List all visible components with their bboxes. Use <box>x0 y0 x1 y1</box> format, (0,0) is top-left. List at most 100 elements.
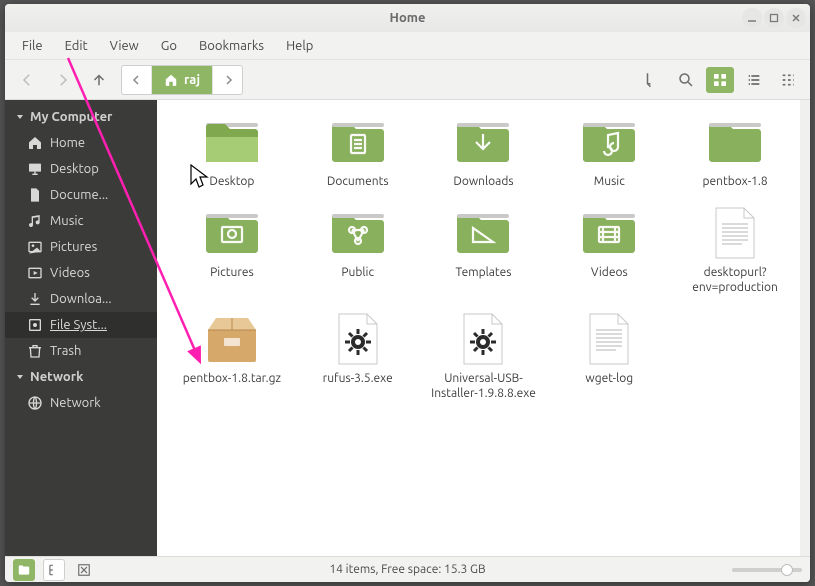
sidebar-item-label: Downloa... <box>50 292 112 306</box>
folder-icon <box>17 563 31 577</box>
text-icon <box>704 207 766 259</box>
close-panel-icon <box>77 563 91 577</box>
zoom-thumb[interactable] <box>781 564 793 576</box>
music-icon <box>27 213 43 229</box>
close-button[interactable] <box>786 8 806 28</box>
window-title: Home <box>390 11 426 25</box>
folder-music-icon <box>578 116 640 168</box>
compact-view-button[interactable] <box>774 67 802 93</box>
minimize-icon <box>747 13 757 23</box>
hide-panel-button[interactable] <box>73 559 95 581</box>
archive-icon <box>201 313 263 365</box>
tree-icon <box>47 563 61 577</box>
file-item[interactable]: Videos <box>552 207 666 295</box>
file-label: Public <box>341 265 374 280</box>
exe-icon <box>327 313 389 365</box>
arrow-right-icon <box>54 71 72 89</box>
path-toggle-icon <box>643 71 661 89</box>
file-item[interactable]: wget-log <box>552 313 666 401</box>
sidebar-item-videos[interactable]: Videos <box>5 260 157 286</box>
disk-icon <box>27 317 43 333</box>
sidebar-item-label: Trash <box>50 344 81 358</box>
folder-plain-icon <box>704 116 766 168</box>
network-icon <box>27 395 43 411</box>
file-item[interactable]: Universal-USB-Installer-1.9.8.8.exe <box>427 313 541 401</box>
status-text: 14 items, Free space: 15.3 GB <box>329 563 485 576</box>
sidebar-item-label: Docume... <box>50 188 108 202</box>
sidebar-group-label: Network <box>30 370 83 384</box>
file-item[interactable]: Pictures <box>175 207 289 295</box>
close-icon <box>791 13 801 23</box>
back-button[interactable] <box>13 66 41 94</box>
file-item[interactable]: Documents <box>301 116 415 189</box>
content-scroll[interactable]: Desktop DocumentsDownloads Music pentbox-1.… <box>157 100 810 556</box>
list-view-button[interactable] <box>740 67 768 93</box>
menu-help[interactable]: Help <box>277 36 322 56</box>
sidebar-item-filesyst[interactable]: File Syst... <box>5 312 157 338</box>
trash-icon <box>27 343 43 359</box>
titlebar: Home <box>5 4 810 32</box>
file-label: pentbox-1.8 <box>703 174 768 189</box>
minimize-button[interactable] <box>742 8 762 28</box>
up-button[interactable] <box>85 66 113 94</box>
path-segment-next[interactable] <box>212 66 242 94</box>
statusbar: 14 items, Free space: 15.3 GB <box>5 556 810 582</box>
forward-button[interactable] <box>49 66 77 94</box>
search-icon <box>677 71 695 89</box>
sidebar-item-downloa[interactable]: Downloa... <box>5 286 157 312</box>
file-label: pentbox-1.8.tar.gz <box>183 371 281 386</box>
maximize-icon <box>769 13 779 23</box>
menu-file[interactable]: File <box>13 36 52 56</box>
file-label: desktopurl?env=production <box>681 265 789 295</box>
menu-edit[interactable]: Edit <box>56 36 97 56</box>
sidebar-item-pictures[interactable]: Pictures <box>5 234 157 260</box>
sidebar-item-label: File Syst... <box>50 318 107 332</box>
search-button[interactable] <box>672 67 700 93</box>
tree-panel-button[interactable] <box>43 559 65 581</box>
file-item[interactable]: rufus-3.5.exe <box>301 313 415 401</box>
menu-go[interactable]: Go <box>152 36 186 56</box>
file-item[interactable]: pentbox-1.8 <box>678 116 792 189</box>
path-segment-prev[interactable] <box>122 66 152 94</box>
menu-view[interactable]: View <box>101 36 148 56</box>
file-label: Music <box>594 174 625 189</box>
sidebar-item-trash[interactable]: Trash <box>5 338 157 364</box>
file-label: Videos <box>591 265 628 280</box>
file-label: Desktop <box>209 174 254 189</box>
file-item[interactable]: Templates <box>427 207 541 295</box>
chevron-right-icon <box>223 75 233 85</box>
file-item[interactable]: pentbox-1.8.tar.gz <box>175 313 289 401</box>
video-icon <box>27 265 43 281</box>
sidebar-item-label: Home <box>50 136 85 150</box>
sidebar-item-music[interactable]: Music <box>5 208 157 234</box>
folder-pictures-icon <box>201 207 263 259</box>
path-segment-current[interactable]: raj <box>152 66 212 94</box>
sidebar-group[interactable]: Network <box>5 364 157 390</box>
maximize-button[interactable] <box>764 8 784 28</box>
compact-icon <box>780 72 796 88</box>
sidebar-item-desktop[interactable]: Desktop <box>5 156 157 182</box>
menubar: FileEditViewGoBookmarksHelp <box>5 32 810 60</box>
menu-bookmarks[interactable]: Bookmarks <box>190 36 273 56</box>
icon-view-button[interactable] <box>706 67 734 93</box>
items-grid: Desktop DocumentsDownloads Music pentbox-1.… <box>175 116 792 401</box>
pathbar: raj <box>121 65 243 95</box>
zoom-control <box>732 568 802 572</box>
file-item[interactable]: desktopurl?env=production <box>678 207 792 295</box>
download-icon <box>27 291 43 307</box>
sidebar-item-network[interactable]: Network <box>5 390 157 416</box>
zoom-slider[interactable] <box>732 568 802 572</box>
sidebar-item-home[interactable]: Home <box>5 130 157 156</box>
file-item[interactable]: Desktop <box>175 116 289 189</box>
sidebar-group-label: My Computer <box>30 110 112 124</box>
places-panel-button[interactable] <box>13 559 35 581</box>
toggle-path-button[interactable] <box>638 67 666 93</box>
sidebar-item-label: Desktop <box>50 162 99 176</box>
sidebar-item-docume[interactable]: Docume... <box>5 182 157 208</box>
folder-desktop-icon <box>201 116 263 168</box>
file-item[interactable]: Downloads <box>427 116 541 189</box>
sidebar-group[interactable]: My Computer <box>5 104 157 130</box>
file-item[interactable]: Public <box>301 207 415 295</box>
chevron-left-icon <box>132 75 142 85</box>
file-item[interactable]: Music <box>552 116 666 189</box>
